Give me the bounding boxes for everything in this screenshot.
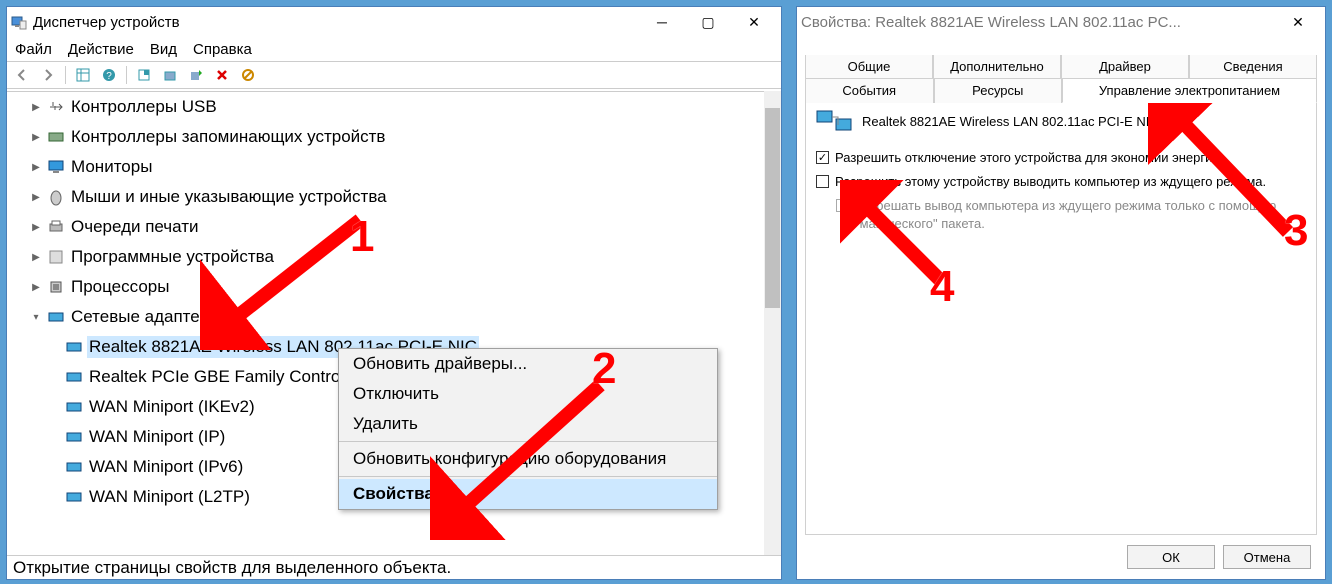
context-menu: Обновить драйверы... Отключить Удалить О… [338, 348, 718, 510]
tb-table-icon[interactable] [72, 64, 94, 86]
mouse-icon [47, 188, 65, 206]
ctx-properties[interactable]: Свойства [339, 479, 717, 509]
nic-icon [65, 338, 83, 356]
ctx-sep2 [339, 476, 717, 477]
marker-4: 4 [930, 262, 954, 312]
cancel-button[interactable]: Отмена [1223, 545, 1311, 569]
menu-file[interactable]: Файл [15, 41, 52, 58]
marker-2: 2 [592, 344, 616, 394]
printer-icon [47, 218, 65, 236]
status-text: Открытие страницы свойств для выделенног… [13, 558, 451, 577]
nic-icon [65, 428, 83, 446]
scrollbar-thumb[interactable] [765, 108, 780, 308]
maximize-button[interactable]: ▢ [685, 8, 731, 36]
device-manager-icon [11, 14, 27, 30]
chk-label-magic-packet: Разрешать вывод компьютера из ждущего ре… [855, 197, 1306, 233]
chk-label-wake: Разрешить этому устройству выводить комп… [835, 173, 1266, 191]
tree-node-cpus[interactable]: ▶Процессоры [7, 272, 781, 302]
tb-scan-icon[interactable] [185, 64, 207, 86]
tb-refresh-icon[interactable] [159, 64, 181, 86]
software-icon [47, 248, 65, 266]
tab-power-management[interactable]: Управление электропитанием [1062, 78, 1317, 103]
tree-node-monitors[interactable]: ▶Мониторы [7, 152, 781, 182]
chk-label-allow-turnoff: Разрешить отключение этого устройства дл… [835, 149, 1223, 167]
menubar: Файл Действие Вид Справка [7, 37, 781, 61]
status-bar: Открытие страницы свойств для выделенног… [7, 555, 781, 579]
tree-node-usb[interactable]: ▶Контроллеры USB [7, 92, 781, 122]
tab-details[interactable]: Сведения [1189, 55, 1317, 78]
tb-help-icon[interactable]: ? [98, 64, 120, 86]
tabs-container: Общие Дополнительно Драйвер Сведения Соб… [805, 55, 1317, 103]
checkbox-wake[interactable] [816, 175, 829, 188]
tree-node-network-adapters[interactable]: ▾Сетевые адаптеры [7, 302, 781, 332]
tab-advanced[interactable]: Дополнительно [933, 55, 1061, 78]
marker-3: 3 [1284, 206, 1308, 256]
tb-back-icon[interactable] [11, 64, 33, 86]
tree-node-mice[interactable]: ▶Мыши и иные указывающие устройства [7, 182, 781, 212]
nic-icon [65, 488, 83, 506]
tree-vertical-scrollbar[interactable] [764, 91, 781, 555]
toolbar: ? [7, 61, 781, 89]
ctx-rescan-hw[interactable]: Обновить конфигурацию оборудования [339, 444, 717, 474]
marker-1: 1 [350, 212, 374, 262]
menu-help[interactable]: Справка [193, 41, 252, 58]
menu-view[interactable]: Вид [150, 41, 177, 58]
tree-node-software-dev[interactable]: ▶Программные устройства [7, 242, 781, 272]
props-titlebar: Свойства: Realtek 8821AE Wireless LAN 80… [797, 7, 1325, 37]
cpu-icon [47, 278, 65, 296]
network-icon [47, 308, 65, 326]
device-name-text: Realtek 8821AE Wireless LAN 802.11ac PCI… [862, 114, 1159, 129]
dm-title-text: Диспетчер устройств [33, 14, 639, 31]
minimize-button[interactable]: ─ [639, 8, 685, 36]
tree-node-print-queues[interactable]: ▶Очереди печати [7, 212, 781, 242]
tb-remove-icon[interactable] [211, 64, 233, 86]
chk-wake[interactable]: Разрешить этому устройству выводить комп… [816, 173, 1306, 191]
ctx-disable[interactable]: Отключить [339, 379, 717, 409]
menu-action[interactable]: Действие [68, 41, 134, 58]
tb-props-icon[interactable] [133, 64, 155, 86]
close-button[interactable]: ✕ [731, 8, 777, 36]
network-adapter-icon [816, 107, 852, 135]
ctx-update-drivers[interactable]: Обновить драйверы... [339, 349, 717, 379]
tab-body: Realtek 8821AE Wireless LAN 802.11ac PCI… [805, 97, 1317, 535]
dm-titlebar: Диспетчер устройств ─ ▢ ✕ [7, 7, 781, 37]
nic-icon [65, 398, 83, 416]
props-close-button[interactable]: ✕ [1275, 8, 1321, 36]
tab-general[interactable]: Общие [805, 55, 933, 78]
usb-icon [47, 98, 65, 116]
tb-sep2 [126, 66, 127, 84]
nic-icon [65, 368, 83, 386]
tree-node-storage[interactable]: ▶Контроллеры запоминающих устройств [7, 122, 781, 152]
checkbox-magic-packet [836, 199, 849, 212]
dialog-buttons: ОК Отмена [1127, 545, 1311, 569]
chk-allow-turnoff[interactable]: ✓ Разрешить отключение этого устройства … [816, 149, 1306, 167]
storage-icon [47, 128, 65, 146]
ctx-delete[interactable]: Удалить [339, 409, 717, 439]
nic-icon [65, 458, 83, 476]
props-title-text: Свойства: Realtek 8821AE Wireless LAN 80… [801, 14, 1275, 31]
ok-button[interactable]: ОК [1127, 545, 1215, 569]
checkbox-allow-turnoff[interactable]: ✓ [816, 151, 829, 164]
tb-disable-icon[interactable] [237, 64, 259, 86]
svg-text:?: ? [106, 71, 112, 82]
chk-magic-packet: Разрешать вывод компьютера из ждущего ре… [816, 197, 1306, 233]
tb-sep [65, 66, 66, 84]
tab-driver[interactable]: Драйвер [1061, 55, 1189, 78]
tb-forward-icon[interactable] [37, 64, 59, 86]
device-header: Realtek 8821AE Wireless LAN 802.11ac PCI… [816, 107, 1306, 135]
device-properties-dialog: Свойства: Realtek 8821AE Wireless LAN 80… [796, 6, 1326, 580]
monitor-icon [47, 158, 65, 176]
ctx-sep [339, 441, 717, 442]
